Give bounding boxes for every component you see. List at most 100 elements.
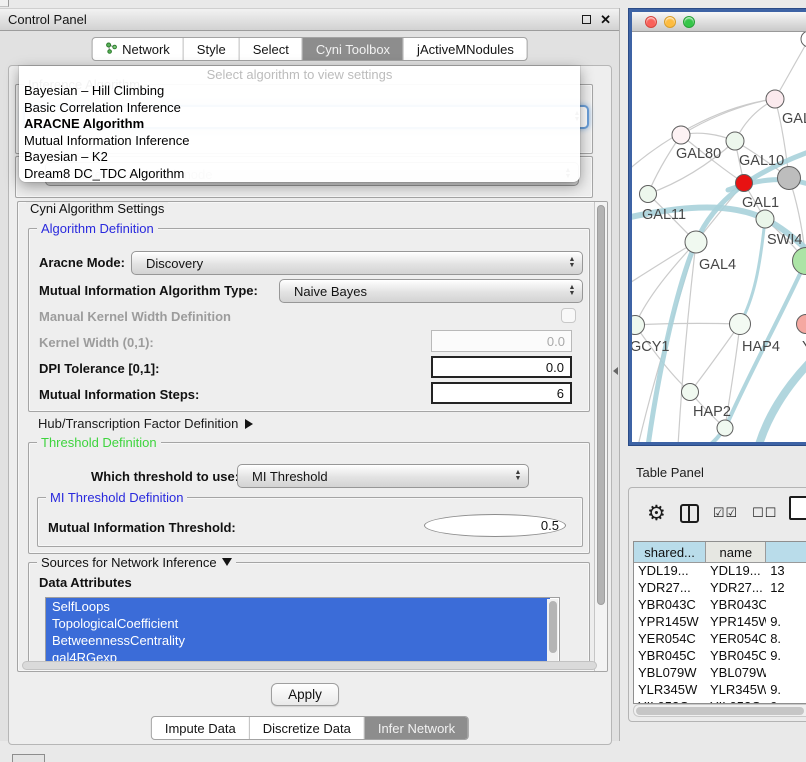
table-row[interactable]: YDL19...YDL19...13 [634,563,806,580]
split-pane-collapse-icon[interactable] [613,367,618,375]
kernel-width-field[interactable] [431,330,572,352]
table-row[interactable]: YBR045CYBR045C9. [634,648,806,665]
which-threshold-label: Which threshold to use: [91,469,239,484]
close-window-icon[interactable]: ✕ [600,13,611,26]
checked-columns-icon[interactable]: ☑☑ [713,505,738,521]
network-edge[interactable] [775,39,806,99]
mi-algorithm-type-combobox[interactable]: Naive Bayes ▲▼ [279,279,583,303]
close-traffic-light-icon[interactable] [645,16,657,28]
settings-horizontal-scrollbar[interactable] [22,661,597,670]
column-header-extra[interactable] [766,542,806,562]
table-cell: YBR045C [634,648,706,665]
control-panel-titlebar: Control Panel ✕ [0,8,619,31]
dock-panel-fragment [12,754,45,762]
dropdown-option-basic-correlation-inference[interactable]: Basic Correlation Inference [19,100,580,117]
node-hap2[interactable] [682,384,699,401]
network-edge-highlighted[interactable] [740,219,765,324]
mi-steps-field[interactable] [431,382,572,404]
table-cell [766,665,806,682]
node-biggreen[interactable] [793,248,806,275]
mi-threshold-field[interactable] [424,514,566,537]
scrollbar-thumb[interactable] [636,707,804,715]
node-gal10[interactable] [726,132,744,150]
apply-button[interactable]: Apply [271,683,339,706]
tab-select[interactable]: Select [239,38,302,60]
network-edge-highlighted[interactable] [758,358,806,442]
column-header-name[interactable]: name [706,542,766,562]
dropdown-option-bayesian-hill-climbing[interactable]: Bayesian – Hill Climbing [19,83,580,100]
attributes-scrollbar[interactable] [547,599,558,665]
node-gal4[interactable] [685,231,707,253]
network-edge[interactable] [681,99,775,135]
table-panel-title: Table Panel [636,465,704,480]
control-panel-tab-bar: Network StyleSelectCyni ToolboxjActiveMNo… [91,37,528,61]
unchecked-columns-icon[interactable]: ☐☐ [752,505,777,521]
node-label-swi4: SWI4 [767,232,802,248]
manual-kernel-checkbox[interactable] [561,308,576,323]
app-root: Control Panel ✕ Network StyleSelectCyni T… [0,0,806,762]
hub-definition-toggle[interactable]: Hub/Transcription Factor Definition [38,416,253,431]
scrollbar-thumb[interactable] [597,205,605,605]
tab-cyni-toolbox[interactable]: Cyni Toolbox [302,38,403,60]
tab-style[interactable]: Style [183,38,239,60]
gear-icon[interactable]: ⚙ [647,503,666,524]
dropdown-option-mutual-information-inference[interactable]: Mutual Information Inference [19,133,580,150]
sources-title[interactable]: Sources for Network Inference [37,555,236,570]
which-threshold-combobox[interactable]: MI Threshold ▲▼ [237,464,529,488]
split-columns-icon[interactable] [680,504,699,523]
attribute-item-selfloops[interactable]: SelfLoops [46,598,550,615]
aracne-mode-combobox[interactable]: Discovery ▲▼ [131,251,583,275]
dropdown-option-aracne-algorithm[interactable]: ARACNE Algorithm [19,116,580,133]
table-row[interactable]: YLR345WYLR345W9. [634,682,806,699]
table-row[interactable]: YDR27...YDR27...12 [634,580,806,597]
table-cell: YDR27... [706,580,766,597]
node-gray[interactable] [778,167,801,190]
tab-label: Network [122,42,170,57]
node-gal7[interactable] [766,90,784,108]
table-row[interactable]: YPR145WYPR145W9. [634,614,806,631]
cyni-mode-tab-bar: Impute DataDiscretize DataInfer Network [151,716,469,740]
table-horizontal-scrollbar[interactable] [633,704,806,717]
tab-network[interactable]: Network [92,38,183,60]
table-row[interactable]: YER054CYER054C8. [634,631,806,648]
node-label-y: Y [802,339,806,355]
tab-jactivemnodules[interactable]: jActiveMNodules [403,38,527,60]
dropdown-option-list: Bayesian – Hill ClimbingBasic Correlatio… [19,83,580,182]
node-bottom[interactable] [717,420,733,436]
node-salmon[interactable] [797,315,806,334]
network-graph-canvas[interactable]: GALGAL80GAL10GAL1GAL11SWI4GAL4GCY1HAP4YH… [632,32,806,442]
dropdown-option-bayesian-k2[interactable]: Bayesian – K2 [19,149,580,166]
node-gal80[interactable] [672,126,690,144]
aracne-mode-label: Aracne Mode: [39,255,125,270]
network-edge[interactable] [648,135,681,194]
attribute-item-betweennesscentrality[interactable]: BetweennessCentrality [46,632,550,649]
attribute-item-topologicalcoefficient[interactable]: TopologicalCoefficient [46,615,550,632]
table-cell: 8. [766,631,806,648]
node-partial-top[interactable] [801,32,806,47]
column-header-shared[interactable]: shared... [634,542,706,562]
tab-impute-data[interactable]: Impute Data [152,717,249,739]
node-swi4[interactable] [756,210,774,228]
scrollbar-thumb[interactable] [549,601,557,653]
node-label-gal1: GAL1 [742,195,779,211]
node-gal1[interactable] [736,175,753,192]
mi-threshold-label: Mutual Information Threshold: [48,520,236,535]
table-row[interactable]: YBR043CYBR043C [634,597,806,614]
tab-discretize-data[interactable]: Discretize Data [249,717,364,739]
manual-kernel-label: Manual Kernel Width Definition [39,309,231,324]
dropdown-option-dream8-dc-tdc-algorithm[interactable]: Dream8 DC_TDC Algorithm [19,166,580,183]
node-label-hap4: HAP4 [742,339,780,355]
node-gal11[interactable] [640,186,657,203]
zoom-traffic-light-icon[interactable] [683,16,695,28]
tab-infer-network[interactable]: Infer Network [364,717,468,739]
table-row[interactable]: YBL079WYBL079W [634,665,806,682]
minimize-traffic-light-icon[interactable] [664,16,676,28]
file-icon[interactable] [789,496,806,520]
node-hap4[interactable] [730,314,751,335]
dpi-tolerance-field[interactable] [431,356,572,378]
table-cell: YDL19... [634,563,706,580]
network-edge[interactable] [635,242,696,325]
node-gcy1[interactable] [632,316,645,335]
float-window-icon[interactable] [582,15,591,24]
settings-vertical-scrollbar[interactable] [594,202,607,671]
